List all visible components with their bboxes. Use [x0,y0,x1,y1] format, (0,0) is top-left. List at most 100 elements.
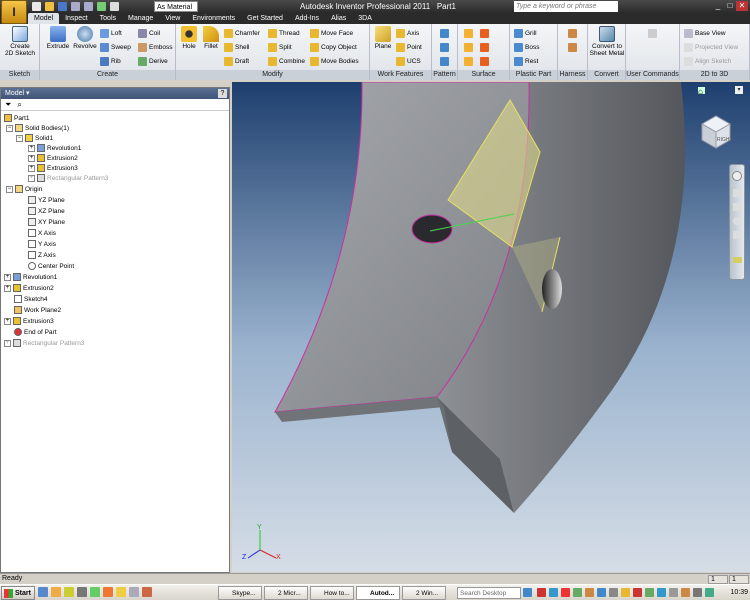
harness-button-2[interactable] [568,41,579,53]
graphics-viewport[interactable]: RIGHT ⌂ ▾ Y X Z [232,82,750,572]
grill-button[interactable]: Grill [514,27,537,39]
app2-icon[interactable] [142,587,152,597]
maximize-button[interactable]: □ [724,1,736,11]
help-search-input[interactable]: Type a keyword or phrase [514,1,618,12]
zoom-icon[interactable] [733,203,741,211]
thread-button[interactable]: Thread [268,27,300,39]
tray-icon-9[interactable] [633,588,642,597]
expand-icon[interactable]: + [28,154,35,162]
network-icon[interactable] [705,588,714,597]
tray-icon-1[interactable] [537,588,546,597]
tray-icon-13[interactable] [681,588,690,597]
expand-icon[interactable]: + [4,273,11,281]
tree-node-center-point[interactable]: Center Point [28,261,74,271]
tab-model[interactable]: Model [28,13,60,24]
stitch-button[interactable] [464,41,475,53]
draft-button[interactable]: Draft [224,55,249,67]
find-icon[interactable]: ⌕ [17,100,21,110]
search-go-icon[interactable] [523,588,532,597]
move-bodies-button[interactable]: Move Bodies [310,55,359,67]
loft-button[interactable]: Loft [100,27,122,39]
thicken-button[interactable] [464,27,475,39]
tree-node-z-axis[interactable]: Z Axis [28,250,56,260]
extrude-button[interactable]: Extrude [46,26,70,50]
tab-manage[interactable]: Manage [122,13,159,24]
boss-button[interactable]: Boss [514,41,539,53]
tab-view[interactable]: View [159,13,186,24]
tree-node-solid1[interactable]: − Solid1 [16,133,53,143]
open-icon[interactable] [45,2,54,11]
axis-button[interactable]: Axis [396,27,419,39]
redo-icon[interactable] [84,2,93,11]
trim-button[interactable] [480,41,491,53]
app-icon[interactable] [129,587,139,597]
select-icon[interactable] [110,2,119,11]
taskbar-item-explorer[interactable]: 2 Win... [402,586,446,600]
taskbar-item-skype[interactable]: Skype... [218,586,262,600]
expand-icon[interactable]: + [28,144,35,152]
delete-face-button[interactable] [480,55,491,67]
mirror-button[interactable] [440,55,451,67]
collapse-icon[interactable]: − [6,124,13,132]
convert-to-sheet-metal-button[interactable]: Convert to Sheet Metal [589,26,625,57]
create-2d-sketch-button[interactable]: Create 2D Sketch [4,26,36,57]
chrome-icon[interactable] [64,587,74,597]
tab-tools[interactable]: Tools [94,13,122,24]
combine-button[interactable]: Combine [268,55,305,67]
tree-node-sketch4[interactable]: Sketch4 [14,294,48,304]
new-icon[interactable] [32,2,41,11]
tree-node-work-plane2[interactable]: Work Plane2 [14,305,61,315]
tray-icon-3[interactable] [561,588,570,597]
orbit-icon[interactable] [733,217,741,225]
tab-alias[interactable]: Alias [325,13,352,24]
desktop-icon[interactable] [51,587,61,597]
tree-node-extrusion2-feature[interactable]: + Extrusion2 [4,283,54,293]
tab-3da[interactable]: 3DA [352,13,378,24]
shell-button[interactable]: Shell [224,41,249,53]
tree-node-y-axis[interactable]: Y Axis [28,239,56,249]
home-view-icon[interactable]: ⌂ [698,87,705,96]
tray-icon-6[interactable] [597,588,606,597]
tree-node-x-axis[interactable]: X Axis [28,228,56,238]
minimize-button[interactable]: _ [712,1,724,11]
tree-node-xy-plane[interactable]: XY Plane [28,217,65,227]
pan-icon[interactable] [733,189,741,197]
tray-icon-8[interactable] [621,588,630,597]
tray-icon-7[interactable] [609,588,618,597]
tray-icon-11[interactable] [657,588,666,597]
navbar-menu-icon[interactable] [732,257,742,263]
tray-icon-4[interactable] [573,588,582,597]
folder-icon[interactable] [116,587,126,597]
tree-node-origin[interactable]: − Origin [6,184,42,194]
tray-icon-10[interactable] [645,588,654,597]
taskbar-item-firefox[interactable]: How to... [310,586,354,600]
plane-button[interactable]: Plane [372,26,394,50]
tree-node-xz-plane[interactable]: XZ Plane [28,206,65,216]
expand-icon[interactable]: + [28,174,35,182]
help-icon[interactable]: ? [218,89,227,98]
tray-icon-2[interactable] [549,588,558,597]
fillet-button[interactable]: Fillet [200,26,222,50]
split-button[interactable]: Split [268,41,292,53]
tree-node-extrusion3[interactable]: + Extrusion3 [28,163,78,173]
tab-get-started[interactable]: Get Started [241,13,289,24]
taskbar-item-word[interactable]: 2 Micr... [264,586,308,600]
tree-node-solid-bodies[interactable]: − Solid Bodies(1) [6,123,69,133]
tree-node-revolution1-feature[interactable]: + Revolution1 [4,272,57,282]
collapse-icon[interactable]: − [6,185,13,193]
tree-node-revolution1[interactable]: + Revolution1 [28,143,81,153]
circular-pattern-button[interactable] [440,41,451,53]
tree-node-extrusion3-feature[interactable]: + Extrusion3 [4,316,54,326]
volume-icon[interactable] [693,588,702,597]
copy-object-button[interactable]: Copy Object [310,41,357,53]
coil-button[interactable]: Coil [138,27,160,39]
expand-icon[interactable]: + [28,164,35,172]
tab-environments[interactable]: Environments [186,13,241,24]
projected-view-button[interactable]: Projected View [684,41,738,53]
patch-button[interactable] [480,27,491,39]
hole-button[interactable]: Hole [178,26,200,50]
start-button[interactable]: Start [1,586,35,600]
move-face-button[interactable]: Move Face [310,27,353,39]
tree-node-rect-pattern3-feature[interactable]: + Rectangular Pattern3 [4,338,84,348]
application-menu-button[interactable]: I [1,0,27,24]
